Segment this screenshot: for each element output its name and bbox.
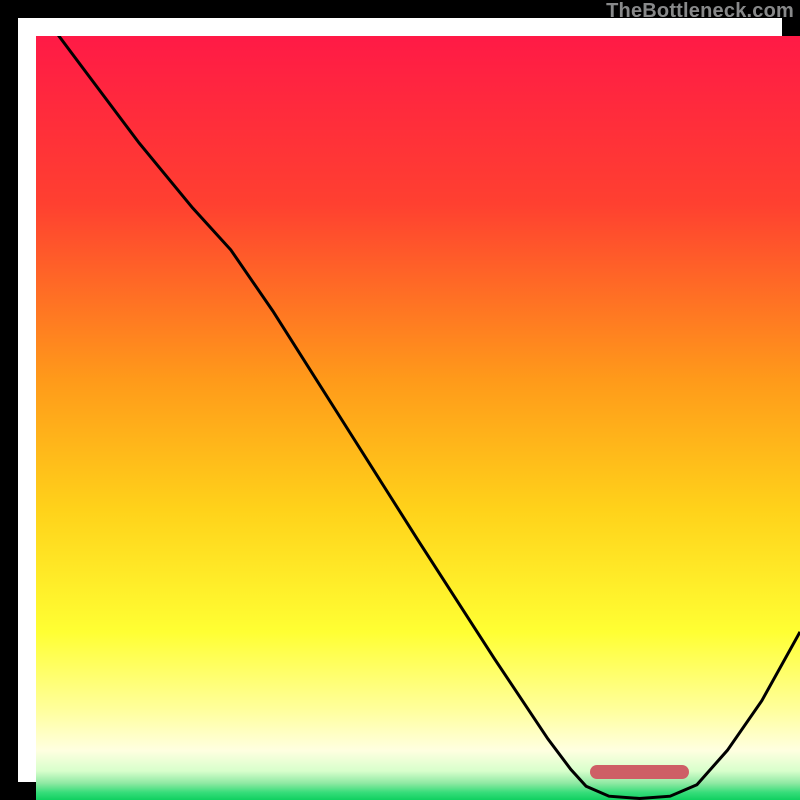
plot-area <box>36 36 800 800</box>
watermark-text: TheBottleneck.com <box>606 0 794 23</box>
optimal-range-marker <box>590 765 689 779</box>
heat-gradient-background <box>36 36 800 800</box>
chart-frame <box>0 0 800 800</box>
